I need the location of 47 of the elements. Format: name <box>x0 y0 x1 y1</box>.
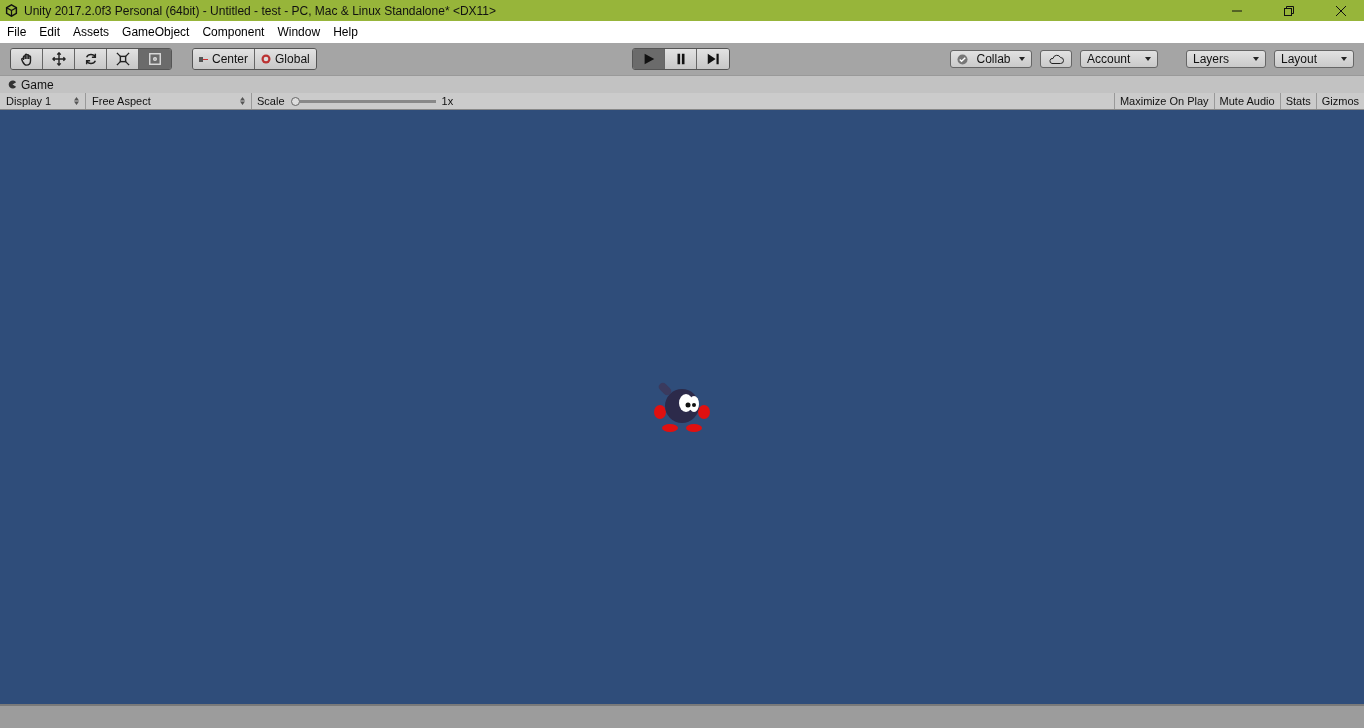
menu-item[interactable]: Assets <box>73 25 110 39</box>
tool-button[interactable] <box>75 49 107 69</box>
pivot-global-button[interactable]: Global <box>255 49 316 69</box>
menu-item[interactable]: GameObject <box>122 25 190 39</box>
updown-arrows-icon <box>74 97 79 105</box>
updown-arrows-icon <box>240 97 245 105</box>
move-arrows-icon <box>51 52 66 66</box>
slider-thumb[interactable] <box>290 96 300 106</box>
globe-icon <box>261 54 272 64</box>
menu-item[interactable]: Help <box>333 25 358 39</box>
layers-button[interactable]: Layers <box>1186 50 1266 68</box>
menu-item[interactable]: Window <box>277 25 321 39</box>
dropdown-caret-icon <box>1253 57 1259 61</box>
cloud-icon <box>1048 54 1064 64</box>
rect-tool-icon <box>148 52 162 66</box>
step-icon <box>706 52 720 66</box>
pivot-center-button[interactable]: Center <box>193 49 256 69</box>
dropdown-caret-icon <box>1145 57 1151 61</box>
tool-button[interactable] <box>107 49 139 69</box>
menu-item[interactable]: File <box>7 25 27 39</box>
game-tab[interactable]: Game <box>0 75 1364 93</box>
playback-button[interactable] <box>697 49 729 69</box>
layout-button[interactable]: Layout <box>1274 50 1354 68</box>
close-icon <box>1335 4 1347 17</box>
scale-icon <box>115 52 130 66</box>
hand-icon <box>19 52 34 66</box>
bomb-character-drawing <box>653 380 711 434</box>
tool-button[interactable] <box>11 49 43 69</box>
pacman-icon <box>8 80 17 89</box>
account-button[interactable]: Account <box>1080 50 1158 68</box>
scale-reading: 1x <box>441 94 454 109</box>
pivot-icon <box>199 55 208 63</box>
playback-button[interactable] <box>665 49 697 69</box>
menu-item[interactable]: Edit <box>39 25 61 39</box>
collab-button[interactable]: Collab <box>950 50 1032 68</box>
cloud-button[interactable] <box>1040 50 1072 68</box>
window-title: Unity 2017.2.0f3 Personal (64bit) - Untitled - test - PC, Mac & Linux Standalone* <DX11> <box>24 3 498 18</box>
restore-icon <box>1283 4 1295 17</box>
dropdown-caret-icon <box>1019 57 1025 61</box>
dropdown-caret-icon <box>1341 57 1347 61</box>
unity-logo-icon <box>5 4 18 17</box>
slider-track[interactable] <box>299 99 436 103</box>
scale-label: Scale <box>257 94 285 109</box>
tool-button[interactable] <box>43 49 75 69</box>
check-circle-icon <box>957 53 968 65</box>
menu-item[interactable]: Component <box>202 25 265 39</box>
rotate-icon <box>83 52 98 66</box>
